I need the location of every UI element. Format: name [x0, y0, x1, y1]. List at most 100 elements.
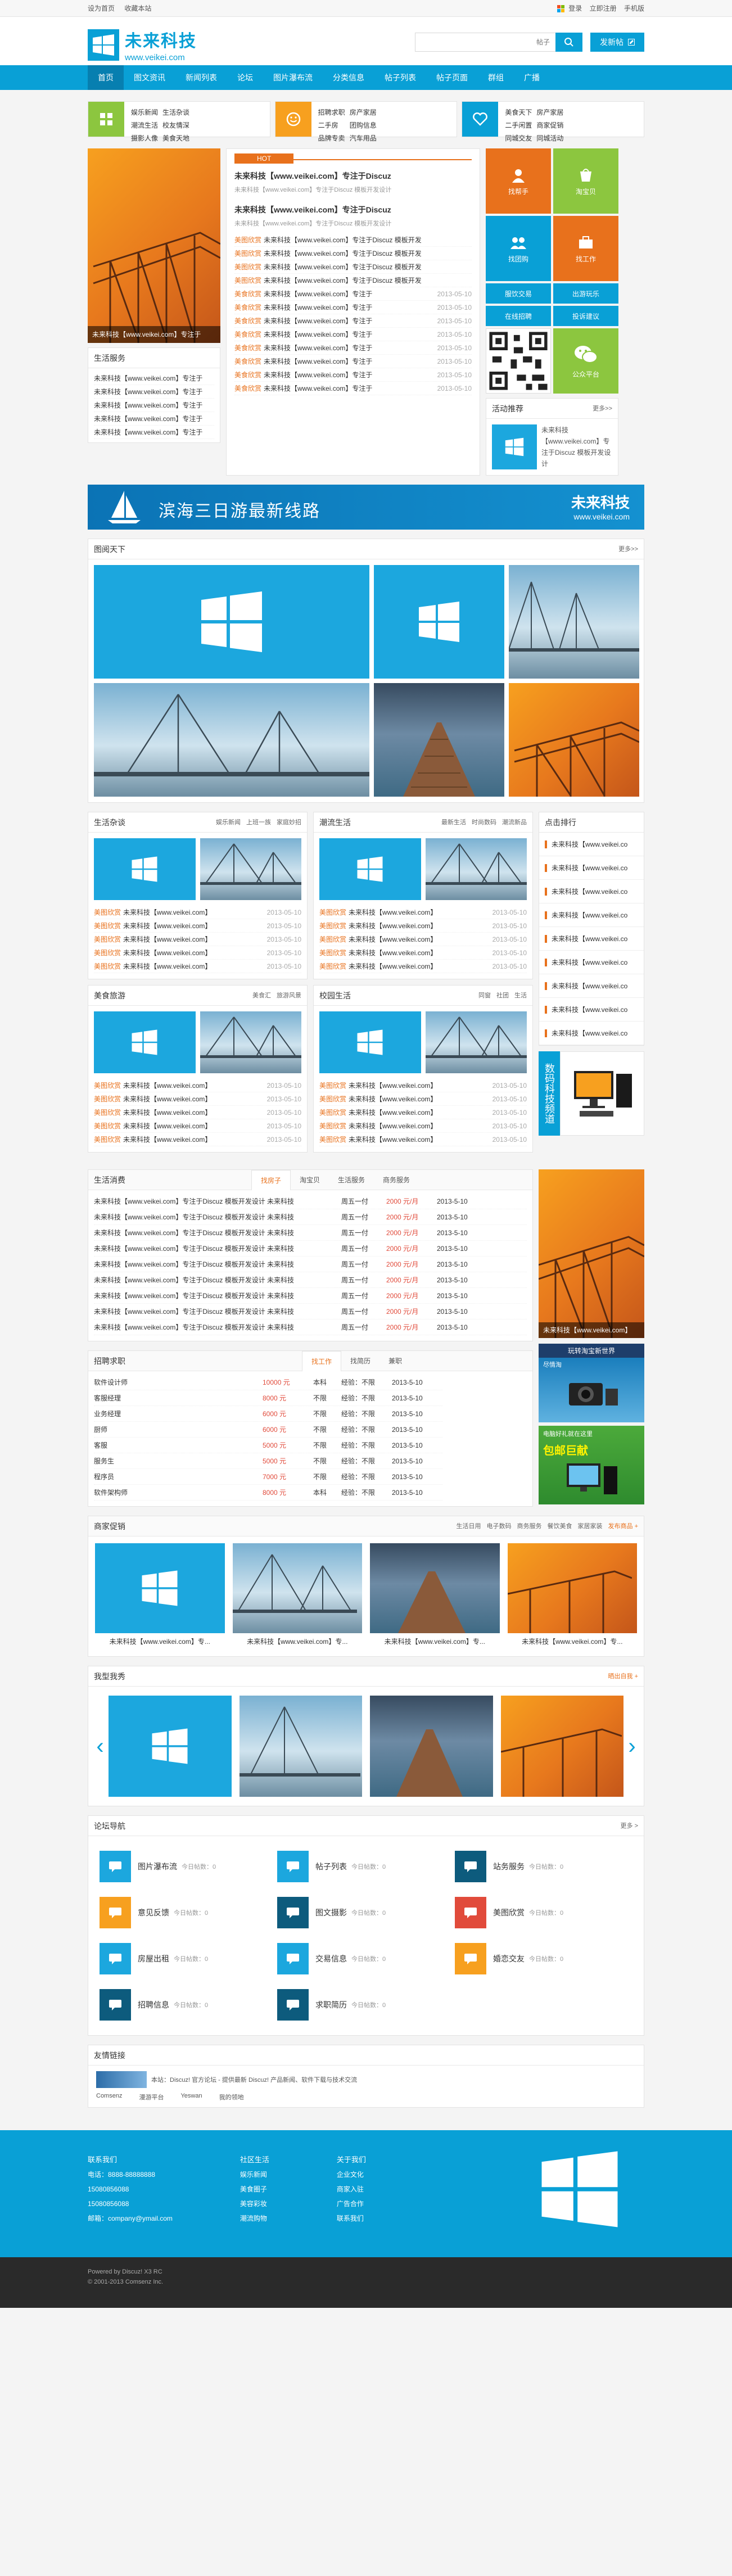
module-image[interactable] [319, 838, 421, 900]
gallery-windows-large[interactable] [94, 565, 369, 679]
footer-link[interactable]: 广告合作 [337, 2197, 366, 2211]
module-tab[interactable]: 家庭妙招 [277, 819, 301, 826]
table-row[interactable]: 业务经理 6000 元 不限 经验：不限 2013-5-10 [94, 1406, 442, 1422]
module-tab[interactable]: 美食汇 [252, 992, 271, 999]
jobs-tab[interactable]: 找简历 [341, 1351, 379, 1371]
friend-link[interactable]: 我的领地 [219, 2093, 244, 2102]
table-row[interactable]: 未来科技【www.veikei.com】专注于Discuz 模板开发设计 未来科… [94, 1288, 527, 1304]
table-row[interactable]: 未来科技【www.veikei.com】专注于Discuz 模板开发设计 未来科… [94, 1225, 527, 1241]
show-item[interactable] [370, 1696, 493, 1797]
ranking-item[interactable]: 未来科技【www.veikei.co [539, 880, 644, 903]
nav-item[interactable]: 新闻列表 [175, 65, 227, 90]
logo[interactable]: 未来科技 www.veikei.com [88, 27, 197, 62]
ranking-item[interactable]: 未来科技【www.veikei.co [539, 856, 644, 880]
list-item[interactable]: 美图欣赏 未来科技【www.veikei.com】 2013-05-10 [94, 919, 301, 933]
list-item[interactable]: 未来科技【www.veikei.com】专注于 [94, 372, 214, 385]
forum-item[interactable]: 站务服务 今日帖数：0 [455, 1851, 632, 1882]
side-tower-image[interactable]: 未来科技【www.veikei.com】 [539, 1169, 644, 1338]
subnav-link[interactable]: 商家促销 [536, 120, 563, 130]
forum-item[interactable]: 美图欣赏 今日帖数：0 [455, 1897, 632, 1928]
service-tile[interactable]: 找工作 [553, 216, 618, 281]
list-item[interactable]: 美图欣赏 未来科技【www.veikei.com】 2013-05-10 [94, 933, 301, 946]
module-image[interactable] [94, 1011, 196, 1073]
jobs-tab[interactable]: 找工作 [302, 1351, 342, 1372]
gallery-bridge-2[interactable] [94, 683, 369, 797]
mobile-link[interactable]: 手机版 [624, 4, 644, 12]
search-button[interactable] [555, 33, 582, 52]
nav-item[interactable]: 广播 [514, 65, 550, 90]
hero-slider-image[interactable]: 未来科技【www.veikei.com】专注于 [88, 148, 220, 343]
table-row[interactable]: 未来科技【www.veikei.com】专注于Discuz 模板开发设计 未来科… [94, 1304, 527, 1319]
list-item[interactable]: 美图欣赏 未来科技【www.veikei.com】 2013-05-10 [319, 906, 527, 919]
list-item[interactable]: 美图欣赏 未来科技【www.veikei.com】专注于Discuz 模板开发 [234, 233, 472, 247]
list-item[interactable]: 美图欣赏 未来科技【www.veikei.com】 2013-05-10 [319, 1119, 527, 1133]
footer-link[interactable]: 商家入驻 [337, 2182, 366, 2197]
list-item[interactable]: 美图欣赏 未来科技【www.veikei.com】 2013-05-10 [94, 1106, 301, 1119]
ranking-item[interactable]: 未来科技【www.veikei.co [539, 998, 644, 1022]
module-image[interactable] [94, 838, 196, 900]
ranking-item[interactable]: 未来科技【www.veikei.co [539, 951, 644, 974]
nav-item[interactable]: 帖子列表 [374, 65, 426, 90]
list-item[interactable]: 美食欣赏 未来科技【www.veikei.com】专注于 2013-05-10 [234, 341, 472, 355]
activity-windows-icon[interactable] [492, 424, 537, 469]
ranking-item[interactable]: 未来科技【www.veikei.co [539, 1022, 644, 1045]
list-item[interactable]: 美图欣赏 未来科技【www.veikei.com】 2013-05-10 [94, 960, 301, 973]
subnav-link[interactable]: 二手房 [318, 120, 345, 130]
friend-link[interactable]: Yeswan [180, 2093, 202, 2102]
friend-link[interactable]: 漫游平台 [139, 2093, 164, 2102]
gallery-windows-small[interactable] [374, 565, 504, 679]
consume-tab[interactable]: 商务服务 [374, 1170, 419, 1190]
list-item[interactable]: 美食欣赏 未来科技【www.veikei.com】专注于 2013-05-10 [234, 368, 472, 382]
nav-item[interactable]: 帖子页面 [426, 65, 478, 90]
subnav-link[interactable]: 美食天下 [505, 107, 532, 117]
show-item[interactable] [500, 1696, 623, 1797]
nav-item[interactable]: 图文资讯 [124, 65, 175, 90]
subnav-link[interactable]: 房产家居 [350, 107, 377, 117]
list-item[interactable]: 美图欣赏 未来科技【www.veikei.com】专注于Discuz 模板开发 [234, 247, 472, 260]
list-item[interactable]: 美图欣赏 未来科技【www.veikei.com】 2013-05-10 [94, 906, 301, 919]
service-button[interactable]: 投诉建议 [553, 306, 618, 326]
subnav-link[interactable]: 同城交友 [505, 133, 532, 143]
consume-tab[interactable]: 找房子 [251, 1170, 291, 1191]
forum-item[interactable]: 婚恋交友 今日帖数：0 [455, 1943, 632, 1974]
search-input[interactable] [415, 33, 555, 52]
list-item[interactable]: 美图欣赏 未来科技【www.veikei.com】 2013-05-10 [94, 1092, 301, 1106]
footer-link[interactable]: 潮流购物 [240, 2211, 269, 2226]
list-item[interactable]: 美图欣赏 未来科技【www.veikei.com】 2013-05-10 [319, 1106, 527, 1119]
list-item[interactable]: 美图欣赏 未来科技【www.veikei.com】 2013-05-10 [319, 1133, 527, 1146]
forum-item[interactable]: 求职简历 今日帖数：0 [277, 1989, 455, 2021]
ranking-item[interactable]: 未来科技【www.veikei.co [539, 927, 644, 951]
module-tab[interactable]: 时尚数码 [472, 819, 496, 826]
nav-item[interactable]: 群组 [478, 65, 514, 90]
activity-more-link[interactable]: 更多>> [593, 399, 612, 419]
list-item[interactable]: 美图欣赏 未来科技【www.veikei.com】 2013-05-10 [94, 946, 301, 960]
module-tab[interactable]: 最新生活 [441, 819, 466, 826]
module-image[interactable] [319, 1011, 421, 1073]
subnav-link[interactable]: 摄影人像 [131, 133, 158, 143]
merchant-tab[interactable]: 商务服务 [517, 1523, 542, 1530]
subnav-link[interactable]: 美食天地 [162, 133, 189, 143]
merchant-tab[interactable]: 家居家装 [578, 1523, 603, 1530]
merchant-item[interactable]: 未来科技【www.veikei.com】专... [507, 1543, 637, 1649]
table-row[interactable]: 程序员 7000 元 不限 经验：不限 2013-5-10 [94, 1469, 442, 1485]
list-item[interactable]: 美图欣赏 未来科技【www.veikei.com】 2013-05-10 [319, 946, 527, 960]
nav-item[interactable]: 首页 [88, 65, 124, 90]
subnav-link[interactable]: 潮流生活 [131, 120, 158, 130]
table-row[interactable]: 软件架构师 8000 元 本科 经验：不限 2013-5-10 [94, 1485, 442, 1501]
forum-item[interactable]: 意见反馈 今日帖数：0 [100, 1897, 277, 1928]
list-item[interactable]: 美食欣赏 未来科技【www.veikei.com】专注于 2013-05-10 [234, 355, 472, 368]
service-button[interactable]: 出游玩乐 [553, 283, 618, 304]
footer-link[interactable]: 电话：8888-88888888 [88, 2167, 173, 2182]
table-row[interactable]: 未来科技【www.veikei.com】专注于Discuz 模板开发设计 未来科… [94, 1319, 527, 1335]
list-item[interactable]: 未来科技【www.veikei.com】专注于 [94, 426, 214, 439]
list-item[interactable]: 美食欣赏 未来科技【www.veikei.com】专注于 2013-05-10 [234, 328, 472, 341]
table-row[interactable]: 未来科技【www.veikei.com】专注于Discuz 模板开发设计 未来科… [94, 1241, 527, 1257]
subnav-link[interactable]: 房产家居 [536, 107, 563, 117]
table-row[interactable]: 服务生 5000 元 不限 经验：不限 2013-5-10 [94, 1453, 442, 1469]
forum-item[interactable]: 图片瀑布流 今日帖数：0 [100, 1851, 277, 1882]
discuz-logo[interactable] [96, 2071, 147, 2088]
module-image[interactable] [200, 838, 301, 900]
hot-headline-2[interactable]: 未来科技【www.veikei.com】专注于Discuz [234, 204, 472, 215]
footer-link[interactable]: 美食圈子 [240, 2182, 269, 2197]
list-item[interactable]: 美图欣赏 未来科技【www.veikei.com】专注于Discuz 模板开发 [234, 274, 472, 287]
